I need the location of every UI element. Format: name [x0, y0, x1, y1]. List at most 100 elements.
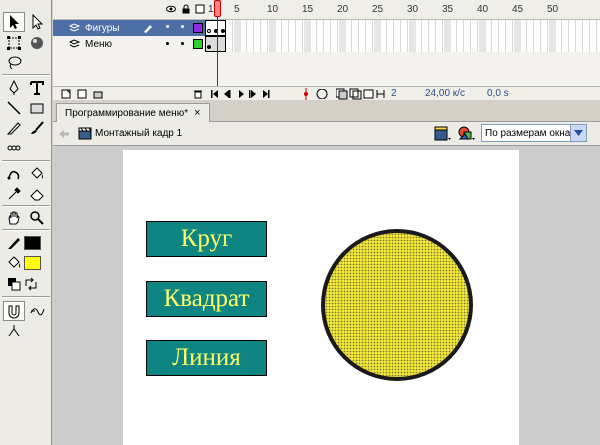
- layer-name: Фигуры: [85, 22, 120, 34]
- loop-icon[interactable]: [315, 89, 329, 99]
- swap-colors-button[interactable]: [20, 274, 42, 294]
- visibility-dot[interactable]: [166, 42, 169, 45]
- pencil-icon: [6, 122, 21, 135]
- close-tab-button[interactable]: ×: [194, 107, 200, 119]
- ink-bottle-icon: [7, 145, 21, 151]
- straighten-icon: [8, 325, 20, 337]
- timeline-header: 1 5 10 15 20 25 30 35 40 45 50: [53, 0, 600, 20]
- lock-icon[interactable]: [181, 4, 191, 14]
- document-tab-bar: Программирование меню* ×: [53, 100, 600, 122]
- pencil-icon: [8, 238, 20, 249]
- playhead-line: [217, 17, 218, 87]
- add-guide-icon[interactable]: [77, 89, 87, 99]
- onion-skin-icons[interactable]: [336, 88, 388, 100]
- smooth-button[interactable]: [26, 301, 48, 321]
- pen-icon: [9, 80, 19, 95]
- elapsed-time: 0,0 s: [487, 88, 509, 99]
- swap-colors-icon: [25, 277, 37, 291]
- layer-row[interactable]: Фигуры: [53, 20, 600, 36]
- tools-panel: [0, 0, 52, 445]
- layer-name-cell[interactable]: Фигуры: [53, 20, 205, 36]
- frame-grid[interactable]: [205, 20, 600, 36]
- eye-icon[interactable]: [166, 4, 176, 14]
- pencil-icon: [144, 25, 152, 33]
- brush-tool[interactable]: [26, 118, 48, 138]
- stroke-color-control[interactable]: [3, 233, 25, 253]
- pencil-tool[interactable]: [3, 118, 25, 138]
- snap-icon: [8, 305, 20, 319]
- rectangle-tool[interactable]: [26, 98, 48, 118]
- frame-number: 1: [208, 4, 214, 15]
- ink-bottle-tool[interactable]: [3, 138, 25, 158]
- selection-tool[interactable]: [3, 12, 25, 32]
- visibility-dot[interactable]: [166, 25, 169, 28]
- fill-color-control[interactable]: [3, 253, 25, 273]
- edit-symbols-icon[interactable]: [457, 125, 477, 143]
- stroke-color-swatch[interactable]: [24, 236, 41, 250]
- snap-button[interactable]: [3, 301, 25, 321]
- playback-icons[interactable]: [211, 89, 281, 99]
- eyedropper-icon: [8, 187, 21, 200]
- trash-icon[interactable]: [193, 89, 203, 99]
- back-arrow-icon[interactable]: [58, 129, 70, 139]
- ink-bottle-icon: [7, 170, 20, 180]
- outline-icon[interactable]: [195, 4, 205, 14]
- insert-folder-icon[interactable]: [93, 89, 103, 99]
- document-tab-title: Программирование меню*: [65, 107, 189, 119]
- hand-tool[interactable]: [3, 208, 25, 228]
- straighten-button[interactable]: [3, 321, 25, 341]
- lock-dot[interactable]: [181, 42, 184, 45]
- line-button[interactable]: Линия: [146, 340, 267, 376]
- line-icon: [7, 101, 21, 115]
- lock-dot[interactable]: [181, 25, 184, 28]
- keyframe-span[interactable]: [205, 36, 226, 52]
- subselection-tool[interactable]: [26, 12, 48, 32]
- free-transform-tool[interactable]: [3, 33, 25, 53]
- smooth-icon: [30, 308, 45, 316]
- keyframe-span[interactable]: [205, 20, 226, 36]
- paint-bucket-icon: [8, 256, 20, 268]
- layer-row[interactable]: Меню: [53, 36, 600, 52]
- paint-bucket-tool[interactable]: [26, 164, 48, 184]
- layer-name-cell[interactable]: Меню: [53, 36, 205, 52]
- free-transform-icon: [7, 36, 21, 50]
- fill-color-swatch[interactable]: [24, 256, 41, 270]
- playhead[interactable]: [214, 0, 221, 17]
- eraser-tool[interactable]: [26, 184, 48, 204]
- eyedropper-tool[interactable]: [3, 184, 25, 204]
- scene-clapper-icon: [78, 127, 92, 140]
- lasso-icon: [8, 56, 22, 70]
- frame-number: 50: [547, 4, 559, 15]
- yellow-circle-shape[interactable]: [321, 229, 473, 381]
- timeline-controls: 2 24,00 к/с 0,0 s: [53, 86, 600, 100]
- eraser-icon: [30, 189, 44, 201]
- edit-scene-icon[interactable]: [434, 126, 452, 142]
- line-tool[interactable]: [3, 98, 25, 118]
- layer-icon: [69, 39, 80, 48]
- document-tab[interactable]: Программирование меню* ×: [56, 103, 210, 122]
- lasso-tool[interactable]: [3, 53, 25, 73]
- layer-name: Меню: [85, 38, 113, 50]
- center-frame-icon[interactable]: [300, 88, 312, 100]
- circle-button[interactable]: Круг: [146, 221, 267, 257]
- square-button[interactable]: Квадрат: [146, 281, 267, 317]
- outline-color-box[interactable]: [193, 39, 203, 49]
- outline-color-box[interactable]: [193, 23, 203, 33]
- insert-layer-icon[interactable]: [61, 89, 71, 99]
- zoom-tool[interactable]: [26, 208, 48, 228]
- ink-tool[interactable]: [3, 164, 25, 184]
- text-tool[interactable]: [26, 78, 48, 98]
- pen-tool[interactable]: [3, 78, 25, 98]
- zoom-value: По размерам окна: [485, 127, 571, 139]
- frame-number: 20: [337, 4, 349, 15]
- chevron-down-icon[interactable]: [570, 125, 586, 141]
- zoom-select[interactable]: По размерам окна: [481, 124, 587, 142]
- stage[interactable]: Круг Квадрат Линия: [123, 150, 519, 445]
- scene-label[interactable]: Монтажный кадр 1: [95, 128, 182, 139]
- current-frame: 2: [391, 88, 397, 99]
- timeline-panel: 1 5 10 15 20 25 30 35 40 45 50 Фигуры Ме…: [53, 0, 600, 100]
- frame-number: 30: [407, 4, 419, 15]
- rectangle-icon: [30, 103, 44, 114]
- frame-grid[interactable]: [205, 36, 600, 52]
- fill-transform-tool[interactable]: [26, 33, 48, 53]
